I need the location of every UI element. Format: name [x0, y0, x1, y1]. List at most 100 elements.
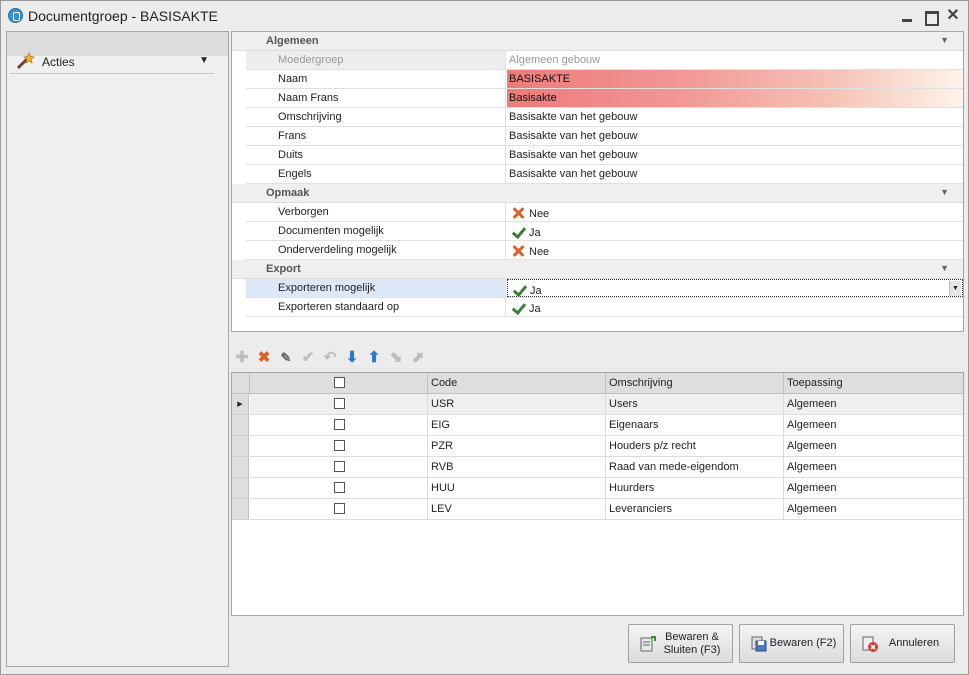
filter-icon[interactable]: ⬊ [387, 349, 405, 367]
checkbox-cell[interactable] [250, 478, 428, 499]
toepassing-cell[interactable]: Algemeen [784, 436, 963, 457]
toepassing-cell[interactable]: Algemeen [784, 457, 963, 478]
toepassing-cell[interactable]: Algemeen [784, 478, 963, 499]
save-close-button[interactable]: Bewaren & Sluiten (F3) [628, 624, 733, 663]
row-indicator[interactable] [232, 499, 249, 520]
select-all-checkbox[interactable] [334, 377, 345, 388]
table-row[interactable]: LEV Leveranciers Algemeen [232, 499, 963, 520]
column-header-omschrijving[interactable]: Omschrijving [606, 373, 784, 394]
close-button[interactable]: ✕ [946, 8, 960, 24]
property-value[interactable]: Ja ▼ [507, 279, 963, 297]
omschrijving-cell[interactable]: Raad van mede-eigendom [606, 457, 784, 478]
property-value[interactable]: Nee [507, 241, 963, 259]
toepassing-cell[interactable]: Algemeen [784, 499, 963, 520]
edit-icon[interactable]: ✎ [277, 349, 295, 367]
row-indicator[interactable]: ▶ [232, 394, 249, 415]
toepassing-cell[interactable]: Algemeen [784, 415, 963, 436]
property-row[interactable]: Engels Basisakte van het gebouw [246, 165, 963, 184]
property-value[interactable]: Basisakte van het gebouw [507, 165, 963, 183]
row-checkbox[interactable] [334, 461, 345, 472]
column-header-code[interactable]: Code [428, 373, 606, 394]
property-row[interactable]: Duits Basisakte van het gebouw [246, 146, 963, 165]
checkbox-cell[interactable] [250, 436, 428, 457]
omschrijving-cell[interactable]: Users [606, 394, 784, 415]
add-icon[interactable]: ✚ [233, 349, 251, 367]
category-opmaak[interactable]: Opmaak ▼ [232, 184, 963, 203]
code-cell[interactable]: RVB [428, 457, 606, 478]
check-icon[interactable]: ✔ [299, 349, 317, 367]
select-all-header[interactable] [250, 373, 428, 394]
omschrijving-cell[interactable]: Huurders [606, 478, 784, 499]
toepassing-cell[interactable]: Algemeen [784, 394, 963, 415]
property-value[interactable]: Basisakte van het gebouw [507, 127, 963, 145]
property-row[interactable]: Naam BASISAKTE [246, 70, 963, 89]
collapse-icon[interactable]: ▼ [940, 35, 949, 45]
category-export[interactable]: Export ▼ [232, 260, 963, 279]
table-row[interactable]: ▶ USR Users Algemeen [232, 394, 963, 415]
code-cell[interactable]: HUU [428, 478, 606, 499]
omschrijving-cell[interactable]: Eigenaars [606, 415, 784, 436]
code-cell[interactable]: LEV [428, 499, 606, 520]
property-value[interactable]: Ja [507, 298, 963, 316]
collapse-icon[interactable]: ▼ [940, 187, 949, 197]
row-indicator[interactable] [232, 478, 249, 499]
property-name: Moedergroep [246, 51, 506, 69]
code-cell[interactable]: PZR [428, 436, 606, 457]
row-checkbox[interactable] [334, 398, 345, 409]
row-checkbox[interactable] [334, 482, 345, 493]
minimize-button[interactable] [900, 9, 914, 23]
property-row[interactable]: Verborgen Nee [246, 203, 963, 222]
code-cell[interactable]: USR [428, 394, 606, 415]
checkbox-cell[interactable] [250, 457, 428, 478]
property-value[interactable]: BASISAKTE [507, 70, 963, 88]
row-indicator[interactable] [232, 457, 249, 478]
checkbox-cell[interactable] [250, 415, 428, 436]
row-indicator[interactable] [232, 436, 249, 457]
property-value[interactable]: Algemeen gebouw [507, 51, 963, 69]
move-down-icon[interactable]: ⬇ [343, 349, 361, 367]
save-button[interactable]: Bewaren (F2) [739, 624, 844, 663]
table-row[interactable]: RVB Raad van mede-eigendom Algemeen [232, 457, 963, 478]
property-row[interactable]: Exporteren mogelijk Ja ▼ [246, 279, 963, 298]
code-cell[interactable]: EIG [428, 415, 606, 436]
grid-toolbar: ✚ ✖ ✎ ✔ ↶ ⬇ ⬆ ⬊ ⬈ [231, 347, 441, 369]
table-row[interactable]: PZR Houders p/z recht Algemeen [232, 436, 963, 457]
row-checkbox[interactable] [334, 419, 345, 430]
row-checkbox[interactable] [334, 503, 345, 514]
dropdown-arrow-icon[interactable]: ▼ [949, 281, 961, 296]
acties-dropdown[interactable]: Acties ▼ [10, 50, 214, 74]
maximize-button[interactable] [923, 9, 939, 26]
clear-filter-icon[interactable]: ⬈ [409, 349, 427, 367]
property-value[interactable]: Basisakte van het gebouw [507, 146, 963, 164]
checkbox-cell[interactable] [250, 499, 428, 520]
collapse-icon[interactable]: ▼ [940, 263, 949, 273]
category-label: Opmaak [266, 187, 310, 199]
omschrijving-cell[interactable]: Houders p/z recht [606, 436, 784, 457]
property-row[interactable]: Documenten mogelijk Ja [246, 222, 963, 241]
property-row[interactable]: Naam Frans Basisakte [246, 89, 963, 108]
property-row[interactable]: Frans Basisakte van het gebouw [246, 127, 963, 146]
table-row[interactable]: EIG Eigenaars Algemeen [232, 415, 963, 436]
undo-icon[interactable]: ↶ [321, 349, 339, 367]
omschrijving-cell[interactable]: Leveranciers [606, 499, 784, 520]
cancel-button[interactable]: Annuleren [850, 624, 955, 663]
category-algemeen[interactable]: Algemeen ▼ [232, 32, 963, 51]
row-checkbox[interactable] [334, 440, 345, 451]
checkbox-cell[interactable] [250, 394, 428, 415]
property-value[interactable]: Basisakte van het gebouw [507, 108, 963, 126]
property-row[interactable]: Moedergroep Algemeen gebouw [246, 51, 963, 70]
property-value[interactable]: Ja [507, 222, 963, 240]
row-indicator[interactable] [232, 415, 249, 436]
move-up-icon[interactable]: ⬆ [365, 349, 383, 367]
column-header-toepassing[interactable]: Toepassing [784, 373, 963, 394]
property-value-text: Basisakte van het gebouw [509, 168, 638, 180]
property-row[interactable]: Exporteren standaard op Ja [246, 298, 963, 317]
table-row[interactable]: HUU Huurders Algemeen [232, 478, 963, 499]
window-title: Documentgroep - BASISAKTE [28, 8, 218, 24]
property-row[interactable]: Omschrijving Basisakte van het gebouw [246, 108, 963, 127]
property-row[interactable]: Onderverdeling mogelijk Nee [246, 241, 963, 260]
property-name: Onderverdeling mogelijk [246, 241, 506, 259]
property-value[interactable]: Basisakte [507, 89, 963, 107]
delete-icon[interactable]: ✖ [255, 349, 273, 367]
property-value[interactable]: Nee [507, 203, 963, 221]
